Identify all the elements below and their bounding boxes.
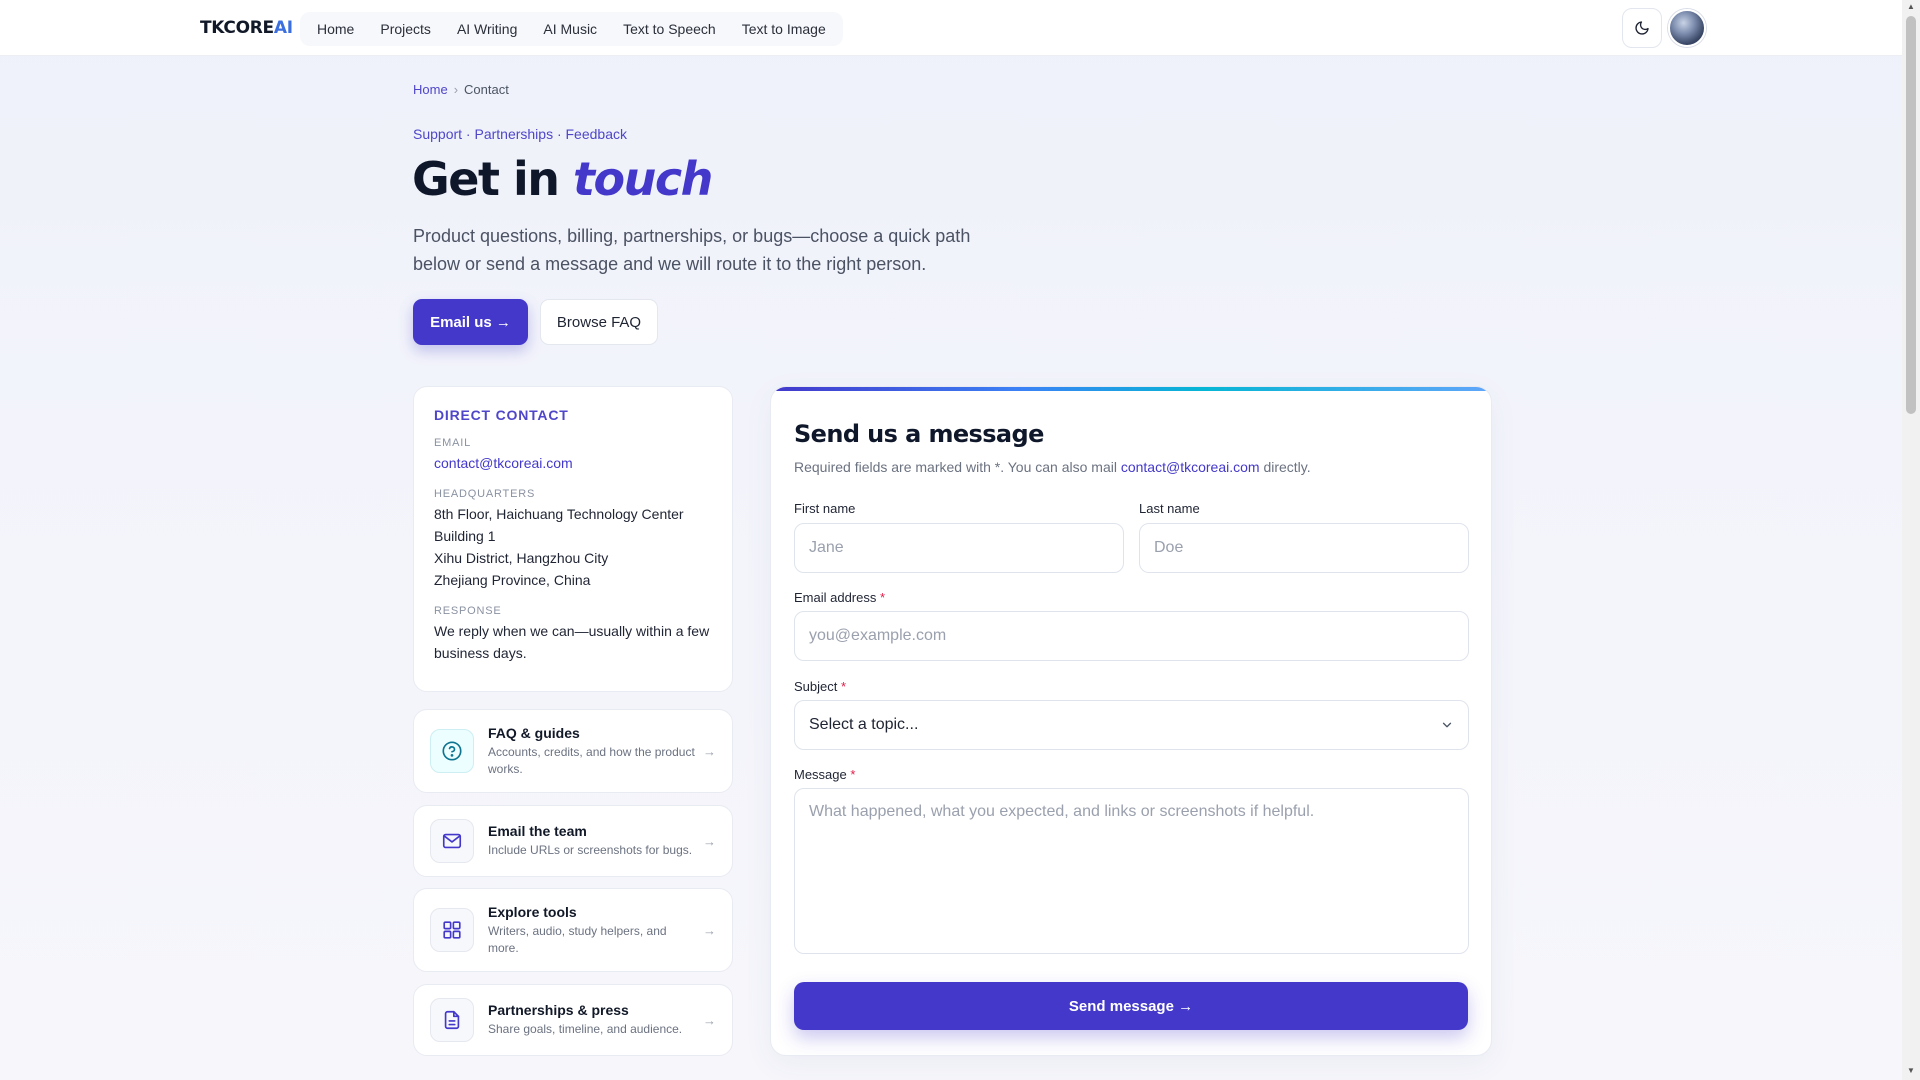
email-address-label-text: Email address xyxy=(794,590,877,605)
form-subtitle-end: directly. xyxy=(1259,459,1311,475)
moon-icon xyxy=(1635,21,1649,35)
hero-eyebrow: Support · Partnerships · Feedback xyxy=(413,126,627,142)
message-textarea[interactable]: What happened, what you expected, and li… xyxy=(794,788,1469,954)
grid-icon xyxy=(430,908,474,952)
mail-icon xyxy=(430,819,474,863)
quick-link-title: FAQ & guides xyxy=(488,724,580,741)
form-subtitle-text: Required fields are marked with *. You c… xyxy=(794,459,1121,475)
email-address-label: Email address * xyxy=(794,590,885,605)
response-text: We reply when we can—usually within a fe… xyxy=(434,623,710,661)
page-title-plain: Get in xyxy=(412,152,573,206)
arrow-right-icon: → xyxy=(703,1012,716,1028)
question-circle-icon xyxy=(430,729,474,773)
address-line: 8th Floor, Haichuang Technology Center xyxy=(434,506,684,522)
quick-link-text: Email the team Include URLs or screensho… xyxy=(488,823,697,859)
arrow-right-icon: → xyxy=(703,922,716,938)
theme-toggle-button[interactable] xyxy=(1622,8,1662,48)
top-navbar: TKCOREAI Home Projects AI Writing AI Mus… xyxy=(0,0,1902,56)
nav-item-ai-writing[interactable]: AI Writing xyxy=(444,12,530,46)
arrow-right-icon: → xyxy=(703,833,716,849)
brand-name: TKCORE xyxy=(200,18,274,38)
last-name-label: Last name xyxy=(1139,501,1200,516)
quick-link-title: Email the team xyxy=(488,823,587,839)
brand-name-accent: AI xyxy=(273,18,293,38)
quick-link-title: Partnerships & press xyxy=(488,1002,629,1018)
nav-item-text-to-image[interactable]: Text to Image xyxy=(729,12,839,46)
nav-item-home[interactable]: Home xyxy=(304,12,367,46)
direct-contact-heading: DIRECT CONTACT xyxy=(434,407,569,423)
quick-link-desc: Share goals, timeline, and audience. xyxy=(488,1022,683,1036)
gradient-accent-line xyxy=(771,387,1491,391)
quick-link-faq[interactable]: FAQ & guides Accounts, credits, and how … xyxy=(413,709,733,793)
arrow-right-icon: → xyxy=(703,743,716,759)
subject-select-value: Select a topic... xyxy=(809,716,919,733)
brand-logo[interactable]: TKCOREAI xyxy=(200,18,293,38)
first-name-label: First name xyxy=(794,501,856,516)
hero-lead-text: Product questions, billing, partnerships… xyxy=(413,226,971,274)
contact-email-link[interactable]: contact@tkcoreai.com xyxy=(434,452,712,474)
browse-faq-button[interactable]: Browse FAQ xyxy=(540,299,658,345)
form-title: Send us a message xyxy=(794,420,1044,448)
nav-item-ai-music[interactable]: AI Music xyxy=(530,12,610,46)
quick-link-title: Explore tools xyxy=(488,903,577,920)
message-label-text: Message xyxy=(794,767,847,782)
quick-link-desc: Accounts, credits, and how the product w… xyxy=(488,744,695,776)
nav-item-projects[interactable]: Projects xyxy=(367,12,444,46)
first-name-input[interactable]: Jane xyxy=(794,523,1124,573)
subject-label: Subject * xyxy=(794,679,846,694)
address-line: Xihu District, Hangzhou City xyxy=(434,550,609,566)
quick-link-desc: Include URLs or screenshots for bugs. xyxy=(488,843,693,857)
quick-link-email-team[interactable]: Email the team Include URLs or screensho… xyxy=(413,805,733,877)
response-label: RESPONSE xyxy=(434,605,502,617)
headquarters-label: HEADQUARTERS xyxy=(434,488,536,500)
quick-link-partnerships[interactable]: Partnerships & press Share goals, timeli… xyxy=(413,984,733,1056)
subject-select[interactable]: Select a topic... xyxy=(794,700,1469,750)
avatar[interactable] xyxy=(1668,9,1706,47)
message-label: Message * xyxy=(794,767,855,782)
direct-contact-card: DIRECT CONTACT EMAIL contact@tkcoreai.co… xyxy=(413,386,733,692)
nav-item-text-to-speech[interactable]: Text to Speech xyxy=(610,12,729,46)
subject-label-text: Subject xyxy=(794,679,838,694)
quick-link-desc: Writers, audio, study helpers, and more. xyxy=(488,923,667,955)
breadcrumb-home-link[interactable]: Home xyxy=(413,82,448,97)
breadcrumb-separator: › xyxy=(453,82,459,97)
page-title-accent: touch xyxy=(573,152,713,206)
address-line: Building 1 xyxy=(434,528,496,544)
email-label: EMAIL xyxy=(434,437,472,449)
breadcrumb-current: Contact xyxy=(464,82,509,97)
form-email-link[interactable]: contact@tkcoreai.com xyxy=(1121,459,1260,475)
send-message-button[interactable]: Send message → xyxy=(794,982,1468,1030)
form-subtitle: Required fields are marked with *. You c… xyxy=(794,459,1311,475)
address-line: Zhejiang Province, China xyxy=(434,572,591,588)
last-name-input[interactable]: Doe xyxy=(1139,523,1469,573)
quick-link-text: FAQ & guides Accounts, credits, and how … xyxy=(488,725,697,778)
email-us-button[interactable]: Email us → xyxy=(413,299,528,345)
quick-link-explore-tools[interactable]: Explore tools Writers, audio, study help… xyxy=(413,888,733,972)
scroll-up-icon[interactable]: ▲ xyxy=(1906,2,1916,11)
breadcrumb: Home › Contact xyxy=(413,82,509,97)
main-nav: Home Projects AI Writing AI Music Text t… xyxy=(300,12,843,46)
scroll-down-icon[interactable]: ▼ xyxy=(1906,1066,1916,1075)
quick-link-text: Partnerships & press Share goals, timeli… xyxy=(488,1002,697,1038)
scrollbar-thumb[interactable] xyxy=(1906,16,1916,414)
page-title: Get in touch xyxy=(412,152,713,206)
required-mark: * xyxy=(850,767,856,782)
chevron-down-icon xyxy=(1442,722,1452,728)
email-input[interactable]: you@example.com xyxy=(794,611,1469,661)
document-icon xyxy=(430,998,474,1042)
required-mark: * xyxy=(880,590,886,605)
required-mark: * xyxy=(841,679,847,694)
headquarters-address: 8th Floor, Haichuang Technology Center B… xyxy=(434,503,712,591)
contact-form-card: Send us a message Required fields are ma… xyxy=(770,386,1492,1056)
quick-link-text: Explore tools Writers, audio, study help… xyxy=(488,904,697,957)
